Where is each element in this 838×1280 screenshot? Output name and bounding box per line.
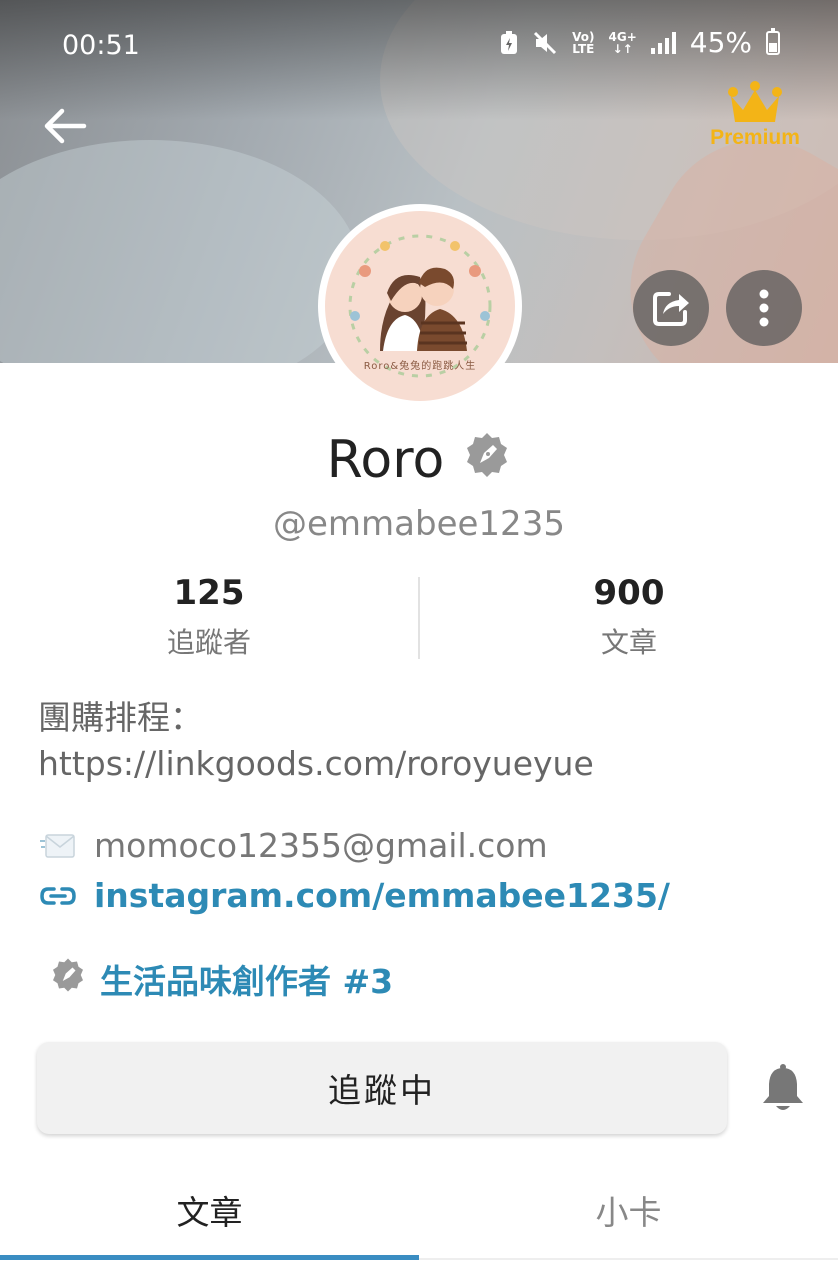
mute-icon: [534, 31, 557, 54]
creator-rank-link[interactable]: 生活品味創作者 #3: [50, 955, 393, 1003]
signal-icon: [650, 31, 676, 54]
creator-badge-icon: [50, 957, 86, 1001]
instagram-text: instagram.com/emmabee1235/: [94, 876, 670, 915]
envelope-icon: [38, 833, 78, 859]
premium-label: Premium: [710, 126, 800, 149]
creator-rank-text: 生活品味創作者 #3: [100, 962, 394, 1001]
status-bar: 00:51 Vo) LTE 4G+ ↓↑ 45%: [0, 0, 838, 90]
verified-creator-icon: [463, 431, 511, 483]
battery-percent: 45%: [689, 26, 752, 59]
network-type-indicator: 4G+ ↓↑: [608, 29, 637, 56]
share-button[interactable]: [633, 270, 709, 346]
profile-handle: @emmabee1235: [273, 504, 565, 544]
volte-indicator: Vo) LTE: [572, 29, 595, 56]
tab-articles[interactable]: 文章: [0, 1160, 419, 1260]
instagram-link[interactable]: instagram.com/emmabee1235/: [38, 876, 670, 915]
notification-bell-button[interactable]: [760, 1064, 806, 1114]
profile-stats: 125 追蹤者 900 文章: [0, 573, 838, 663]
arrow-left-icon: [44, 108, 87, 144]
active-tab-indicator: [0, 1255, 419, 1260]
contact-email[interactable]: momoco12355@gmail.com: [38, 826, 548, 865]
more-vertical-icon: [759, 289, 769, 327]
link-icon: [38, 885, 78, 907]
following-button[interactable]: 追蹤中: [37, 1042, 727, 1134]
status-time: 00:51: [62, 30, 140, 61]
tab-cards[interactable]: 小卡: [419, 1160, 838, 1260]
followers-stat[interactable]: 125 追蹤者: [59, 573, 359, 661]
profile-name-row: Roro: [0, 430, 838, 490]
status-icons: Vo) LTE 4G+ ↓↑ 45%: [500, 26, 780, 59]
battery-icon: [766, 27, 780, 55]
bell-icon: [763, 1064, 803, 1110]
battery-saver-icon: [501, 30, 518, 54]
back-button[interactable]: [40, 100, 92, 152]
articles-label: 文章: [600, 626, 657, 659]
share-icon: [653, 292, 689, 326]
crown-icon: [728, 81, 782, 122]
articles-stat[interactable]: 900 文章: [479, 573, 779, 661]
email-text: momoco12355@gmail.com: [94, 826, 548, 865]
avatar-image: Roro&兔兔的跑跳人生: [325, 211, 515, 401]
avatar-caption: Roro&兔兔的跑跳人生: [363, 361, 477, 372]
stats-divider: [418, 577, 420, 659]
followers-label: 追蹤者: [166, 626, 251, 659]
profile-name: Roro: [326, 430, 445, 490]
avatar[interactable]: Roro&兔兔的跑跳人生: [318, 204, 522, 408]
more-options-button[interactable]: [726, 270, 802, 346]
articles-count: 900: [593, 573, 665, 613]
profile-tabs: 文章 小卡: [0, 1160, 838, 1260]
followers-count: 125: [173, 573, 245, 613]
profile-bio: 團購排程： https://linkgoods.com/roroyueyue: [38, 698, 594, 783]
premium-button[interactable]: Premium: [700, 80, 810, 150]
